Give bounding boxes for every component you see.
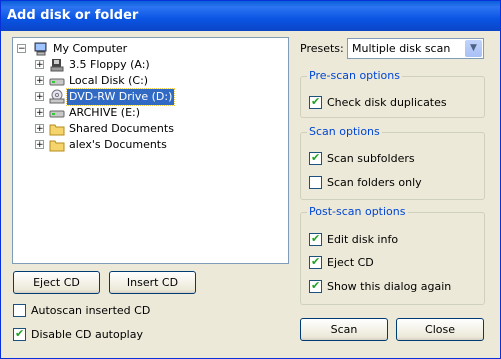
prescan-options-group: Pre-scan options ✔ Check disk duplicates bbox=[300, 69, 485, 118]
dialog-window: Add disk or folder − My Computer + 3.5 F… bbox=[0, 0, 501, 359]
tree-node-label: 3.5 Floppy (A:) bbox=[69, 58, 150, 71]
checkbox-label: Show this dialog again bbox=[327, 280, 452, 293]
drive-icon bbox=[49, 105, 65, 121]
autoscan-label: Autoscan inserted CD bbox=[31, 304, 151, 317]
scan-options-group: Scan options ✔ Scan subfolders Scan fold… bbox=[300, 125, 485, 200]
folder-icon bbox=[49, 121, 65, 137]
check-mark-icon: ✔ bbox=[311, 95, 321, 108]
drive-icon bbox=[49, 73, 65, 89]
check-mark-icon: ✔ bbox=[15, 327, 25, 340]
chevron-down-icon[interactable]: ▼ bbox=[465, 40, 482, 57]
expand-icon[interactable]: + bbox=[35, 60, 44, 70]
scan-button[interactable]: Scan bbox=[300, 318, 388, 341]
checkbox-box[interactable]: ✔ bbox=[309, 279, 322, 293]
checkbox-box[interactable]: ✔ bbox=[309, 232, 322, 246]
checkbox-label: Check disk duplicates bbox=[327, 96, 447, 109]
checkbox-label: Scan folders only bbox=[327, 176, 422, 189]
expand-icon[interactable]: + bbox=[35, 108, 44, 118]
postscan-options-group: Post-scan options ✔ Edit disk info ✔ Eje… bbox=[300, 205, 485, 305]
group-title: Post-scan options bbox=[307, 205, 408, 218]
checkbox-box[interactable] bbox=[13, 304, 26, 317]
tree-node-label: My Computer bbox=[53, 42, 128, 55]
checkbox-box[interactable]: ✔ bbox=[309, 95, 322, 109]
collapse-icon[interactable]: − bbox=[17, 44, 26, 54]
insert-cd-button[interactable]: Insert CD bbox=[109, 271, 196, 294]
checkbox-label: Edit disk info bbox=[327, 233, 399, 246]
presets-label: Presets: bbox=[300, 42, 344, 55]
check-mark-icon: ✔ bbox=[311, 232, 321, 245]
expand-icon[interactable]: + bbox=[35, 92, 44, 102]
tree-node-label: Shared Documents bbox=[69, 122, 174, 135]
checkbox-box[interactable]: ✔ bbox=[13, 327, 26, 341]
group-title: Scan options bbox=[307, 125, 382, 138]
title-bar[interactable]: Add disk or folder bbox=[1, 1, 500, 31]
folder-tree[interactable]: − My Computer + 3.5 Floppy (A:) + Local … bbox=[12, 37, 289, 264]
expand-icon[interactable]: + bbox=[35, 140, 44, 150]
tree-node-label: ARCHIVE (E:) bbox=[69, 106, 141, 119]
eject-cd-button[interactable]: Eject CD bbox=[13, 271, 100, 294]
expand-icon[interactable]: + bbox=[35, 76, 44, 86]
presets-value: Multiple disk scan bbox=[352, 42, 451, 55]
group-title: Pre-scan options bbox=[307, 69, 402, 82]
check-mark-icon: ✔ bbox=[311, 255, 321, 268]
tree-node-label: DVD-RW Drive (D:) bbox=[65, 88, 176, 106]
checkbox-box[interactable] bbox=[309, 176, 322, 189]
tree-node-label: alex's Documents bbox=[69, 138, 167, 151]
checkbox-label: Scan subfolders bbox=[327, 152, 415, 165]
check-mark-icon: ✔ bbox=[311, 279, 321, 292]
computer-icon bbox=[33, 41, 49, 57]
disable-autoplay-label: Disable CD autoplay bbox=[31, 328, 143, 341]
checkbox-box[interactable]: ✔ bbox=[309, 151, 322, 165]
presets-dropdown[interactable]: Multiple disk scan ▼ bbox=[347, 38, 484, 59]
checkbox-box[interactable]: ✔ bbox=[309, 255, 322, 269]
folder-icon bbox=[49, 137, 65, 153]
dvd-drive-icon bbox=[49, 89, 65, 105]
checkbox-label: Eject CD bbox=[327, 256, 374, 269]
check-mark-icon: ✔ bbox=[311, 151, 321, 164]
window-title: Add disk or folder bbox=[7, 8, 139, 23]
close-button[interactable]: Close bbox=[396, 318, 484, 341]
expand-icon[interactable]: + bbox=[35, 124, 44, 134]
tree-node-label: Local Disk (C:) bbox=[69, 74, 149, 87]
floppy-icon bbox=[49, 57, 65, 73]
